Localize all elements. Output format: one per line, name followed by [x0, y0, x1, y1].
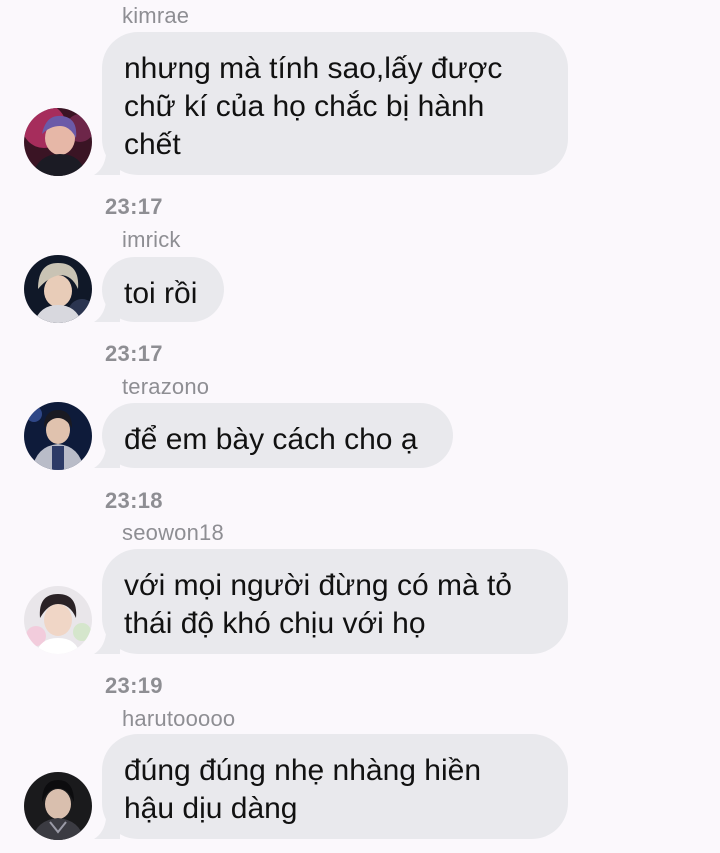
message-text-line: thái độ khó chịu với họ — [124, 607, 426, 640]
message-text-line: nhưng mà tính sao,lấy được — [124, 52, 503, 85]
avatar-photo-icon — [24, 108, 92, 176]
avatar[interactable] — [24, 108, 92, 176]
avatar[interactable] — [24, 772, 92, 840]
avatar-photo-icon — [24, 402, 92, 470]
timestamp: 23:17 — [105, 341, 163, 366]
chat-thread[interactable]: kimrae nhưng mà tính sao,lấy được chữ kí… — [0, 0, 720, 853]
message-text-line: với mọi người đừng có mà tỏ — [124, 569, 512, 602]
avatar[interactable] — [24, 255, 92, 323]
message-text-line: chết — [124, 128, 181, 161]
bubble-tail-icon — [94, 151, 120, 175]
message-text-line: để em bày cách cho ạ — [124, 423, 418, 456]
bubble-tail-icon — [94, 630, 120, 654]
bubble-tail-icon — [94, 815, 120, 839]
avatar-photo-icon — [24, 255, 92, 323]
sender-name: harutooooo — [122, 706, 236, 731]
message-text-line: chữ kí của họ chắc bị hành — [124, 90, 485, 123]
message-bubble[interactable]: với mọi người đừng có mà tỏ thái độ khó … — [94, 549, 568, 654]
timestamp: 23:18 — [105, 488, 163, 513]
sender-name: terazono — [122, 374, 210, 399]
message-bubble[interactable]: để em bày cách cho ạ — [94, 403, 453, 468]
bubble-tail-icon — [94, 298, 120, 322]
avatar-photo-icon — [24, 586, 92, 654]
timestamp: 23:17 — [105, 194, 163, 219]
message-text-line: đúng đúng nhẹ nhàng hiền — [124, 754, 482, 787]
avatar[interactable] — [24, 402, 92, 470]
avatar-photo-icon — [24, 772, 92, 840]
bubble-tail-icon — [94, 444, 120, 468]
message-text-line: toi rồi — [124, 277, 198, 310]
timestamp: 23:19 — [105, 673, 163, 698]
sender-name: kimrae — [122, 3, 190, 28]
message-bubble[interactable]: toi rồi — [94, 257, 224, 322]
message-text-line: hậu dịu dàng — [124, 792, 298, 825]
message-bubble[interactable]: nhưng mà tính sao,lấy được chữ kí của họ… — [94, 32, 568, 175]
sender-name: seowon18 — [122, 520, 224, 545]
avatar[interactable] — [24, 586, 92, 654]
message-bubble[interactable]: đúng đúng nhẹ nhàng hiền hậu dịu dàng — [94, 734, 568, 839]
sender-name: imrick — [122, 227, 181, 252]
